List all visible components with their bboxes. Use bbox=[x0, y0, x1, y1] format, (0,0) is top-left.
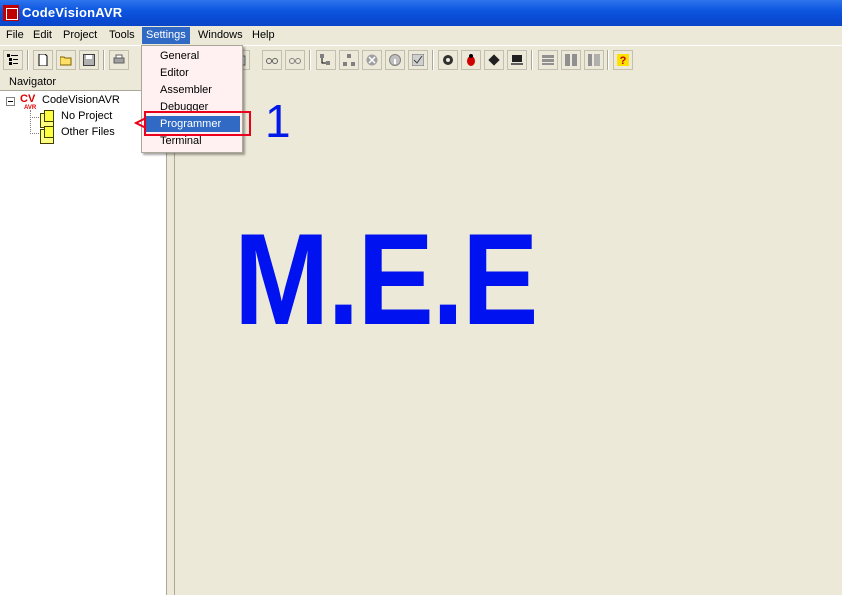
tree-connector bbox=[30, 117, 39, 118]
settings-gear-button[interactable] bbox=[438, 50, 458, 70]
toolbar-separator bbox=[27, 50, 29, 70]
layout-button[interactable] bbox=[538, 50, 558, 70]
print-button[interactable] bbox=[109, 50, 129, 70]
menu-help[interactable]: Help bbox=[248, 27, 279, 44]
info-icon bbox=[389, 54, 401, 66]
menu-file[interactable]: File bbox=[2, 27, 28, 44]
toolbar-separator bbox=[309, 50, 311, 70]
debug-button[interactable] bbox=[461, 50, 481, 70]
bug-icon bbox=[467, 54, 475, 66]
tree-alt-icon bbox=[343, 54, 355, 66]
new-file-button[interactable] bbox=[33, 50, 53, 70]
info-button[interactable] bbox=[385, 50, 405, 70]
tree-icon bbox=[320, 54, 330, 65]
menu-tools[interactable]: Tools bbox=[105, 27, 139, 44]
find-replace-button[interactable] bbox=[285, 50, 305, 70]
toolbar: ? bbox=[0, 45, 842, 75]
check-icon bbox=[412, 54, 424, 66]
window-title: CodeVisionAVR bbox=[22, 5, 123, 20]
highlight-arrow-icon bbox=[134, 117, 147, 129]
toolbar-separator bbox=[103, 50, 105, 70]
toolbar-separator bbox=[432, 50, 434, 70]
menu-item-assembler[interactable]: Assembler bbox=[144, 82, 240, 98]
menu-settings[interactable]: Settings bbox=[142, 27, 190, 44]
print-icon bbox=[113, 54, 125, 64]
find-button[interactable] bbox=[262, 50, 282, 70]
open-folder-icon bbox=[60, 56, 72, 66]
chip-programmer-button[interactable] bbox=[484, 50, 504, 70]
other-files-icon bbox=[40, 126, 54, 144]
title-bar: CodeVisionAVR bbox=[0, 0, 842, 26]
menu-bar: File Edit Project Tools Settings Windows… bbox=[0, 26, 842, 45]
terminal-button[interactable] bbox=[507, 50, 527, 70]
open-file-button[interactable] bbox=[56, 50, 76, 70]
menu-windows[interactable]: Windows bbox=[194, 27, 247, 44]
help-button[interactable]: ? bbox=[613, 50, 633, 70]
columns-icon bbox=[565, 54, 577, 66]
find-icon bbox=[266, 58, 278, 64]
tree-connector bbox=[30, 133, 39, 134]
highlight-box bbox=[144, 111, 251, 136]
layout-icon bbox=[542, 55, 554, 65]
tree-item-other-files[interactable]: Other Files bbox=[61, 126, 115, 138]
menu-edit[interactable]: Edit bbox=[29, 27, 56, 44]
settings-dropdown-menu: General Editor Assembler Debugger Progra… bbox=[141, 45, 243, 153]
tree-item-no-project[interactable]: No Project bbox=[61, 110, 112, 122]
new-file-icon bbox=[38, 54, 48, 66]
chip-icon bbox=[488, 54, 500, 66]
gear-icon bbox=[443, 55, 453, 65]
toolbar-separator bbox=[607, 50, 609, 70]
app-icon bbox=[3, 5, 19, 21]
save-button[interactable] bbox=[79, 50, 99, 70]
menu-item-general[interactable]: General bbox=[144, 48, 240, 64]
panel-button[interactable] bbox=[584, 50, 604, 70]
help-icon: ? bbox=[617, 54, 629, 66]
tree-alt-button[interactable] bbox=[339, 50, 359, 70]
columns-button[interactable] bbox=[561, 50, 581, 70]
navigator-toggle-button[interactable] bbox=[3, 50, 23, 70]
panel-icon bbox=[588, 54, 600, 66]
step-number-annotation: 1 bbox=[265, 95, 291, 147]
stop-button[interactable] bbox=[362, 50, 382, 70]
tree-button[interactable] bbox=[316, 50, 336, 70]
codevision-logo-icon: CV AVR bbox=[20, 93, 37, 110]
tree-root-label[interactable]: CodeVisionAVR bbox=[42, 94, 120, 106]
watermark-text: M.E.E bbox=[234, 206, 538, 352]
computer-icon bbox=[511, 55, 523, 65]
navigator-icon bbox=[7, 54, 18, 65]
save-icon bbox=[83, 54, 95, 66]
svg-text:CV: CV bbox=[20, 93, 36, 105]
stop-icon bbox=[366, 54, 378, 66]
tree-collapse-toggle[interactable] bbox=[6, 97, 15, 106]
check-button[interactable] bbox=[408, 50, 428, 70]
menu-project[interactable]: Project bbox=[59, 27, 101, 44]
tree-connector bbox=[30, 110, 31, 134]
svg-text:?: ? bbox=[620, 55, 627, 66]
navigator-title: Navigator bbox=[9, 76, 57, 88]
find-replace-icon bbox=[289, 58, 301, 64]
toolbar-separator bbox=[531, 50, 533, 70]
menu-item-editor[interactable]: Editor bbox=[144, 65, 240, 81]
